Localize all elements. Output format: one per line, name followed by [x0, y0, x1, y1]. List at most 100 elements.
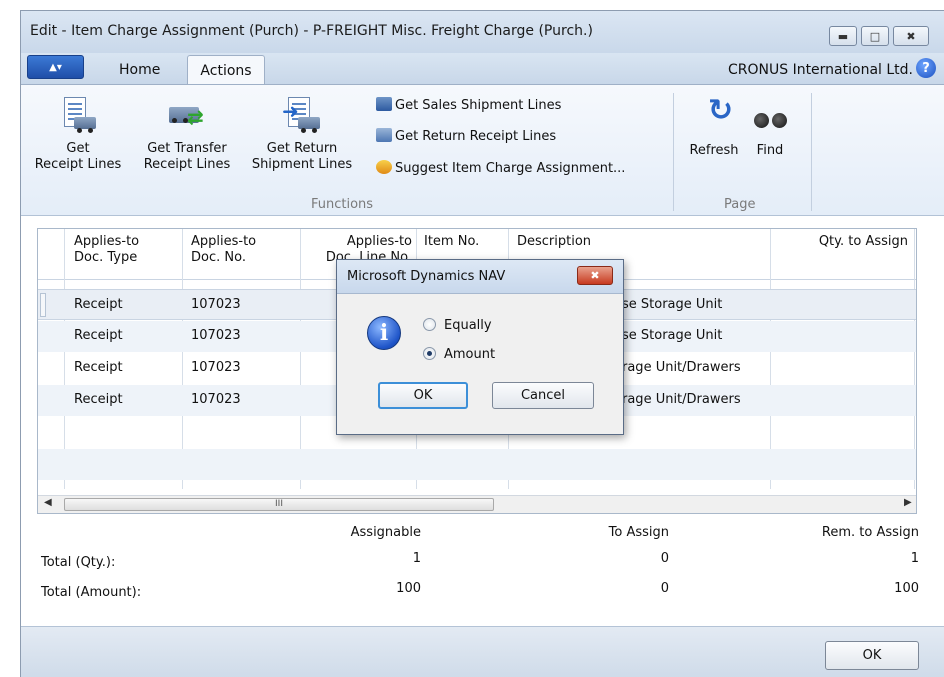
- get-receipt-lines-label-2: Receipt Lines: [34, 157, 122, 172]
- column-header-doc-type-1: Applies-to: [74, 234, 140, 249]
- minimize-button[interactable]: ▬: [829, 26, 857, 46]
- dialog-ok-button[interactable]: OK: [378, 382, 468, 409]
- get-transfer-receipt-lines-label-2: Receipt Lines: [143, 157, 231, 172]
- return-shipment-icon: ➜: [282, 95, 322, 135]
- get-return-shipment-lines-label-2: Shipment Lines: [251, 157, 353, 172]
- cell-doc-type: Receipt: [74, 297, 123, 312]
- title-bar: Edit - Item Charge Assignment (Purch) - …: [21, 11, 944, 53]
- minimize-icon: ▬: [837, 29, 849, 43]
- receipt-lines-icon: [58, 95, 98, 135]
- radio-equally[interactable]: Equally: [423, 318, 492, 333]
- get-return-shipment-lines-label-1: Get Return: [266, 141, 338, 156]
- cell-doc-no: 107023: [191, 328, 241, 343]
- sales-shipment-icon: [376, 97, 392, 111]
- column-header-doc-type-2: Doc. Type: [74, 250, 138, 265]
- table-row-empty[interactable]: [38, 449, 916, 480]
- scroll-right-icon[interactable]: ▶: [904, 497, 912, 508]
- cell-description: se Storage Unit: [622, 328, 723, 343]
- column-header-qty-to-assign-1: Qty. to Assign: [818, 234, 908, 249]
- suggest-item-charge-assignment-button[interactable]: Suggest Item Charge Assignment...: [376, 160, 625, 176]
- close-icon: ✖: [906, 29, 916, 43]
- cell-doc-no: 107023: [191, 392, 241, 407]
- totals-header-rem-to-assign: Rem. to Assign: [821, 525, 919, 540]
- cell-doc-type: Receipt: [74, 392, 123, 407]
- close-icon: ✖: [590, 269, 600, 282]
- dialog-close-button[interactable]: ✖: [577, 266, 613, 285]
- dialog-title: Microsoft Dynamics NAV: [347, 269, 506, 284]
- column-header-doc-line-no-1: Applies-to: [346, 234, 412, 249]
- row-selector[interactable]: [40, 293, 46, 317]
- tab-home[interactable]: Home: [119, 62, 160, 78]
- bottom-action-bar: OK: [21, 626, 944, 677]
- close-window-button[interactable]: ✖: [893, 26, 929, 46]
- total-amount-to-assign: 0: [660, 581, 669, 596]
- return-receipt-icon: [376, 128, 392, 142]
- column-header-item-no[interactable]: Item No.: [424, 234, 479, 250]
- suggest-icon: [376, 160, 392, 174]
- totals-header-assignable: Assignable: [350, 525, 421, 540]
- total-qty-rem-to-assign: 1: [910, 551, 919, 566]
- get-return-shipment-lines-button[interactable]: ➜ Get Return Shipment Lines: [243, 95, 361, 173]
- find-label: Find: [756, 143, 784, 158]
- refresh-label: Refresh: [689, 143, 739, 158]
- radio-equally-indicator[interactable]: [423, 318, 436, 331]
- dialog-title-bar: Microsoft Dynamics NAV ✖: [337, 260, 623, 294]
- get-return-receipt-lines-label: Get Return Receipt Lines: [395, 129, 557, 144]
- get-return-receipt-lines-button[interactable]: Get Return Receipt Lines: [376, 128, 556, 144]
- total-amount-label: Total (Amount):: [41, 585, 142, 600]
- info-icon: i: [367, 316, 401, 350]
- scroll-left-icon[interactable]: ◀: [44, 497, 52, 508]
- cell-description: se Storage Unit: [622, 297, 723, 312]
- ribbon-separator-2: [811, 93, 812, 211]
- column-header-doc-no-2: Doc. No.: [191, 250, 246, 265]
- suggest-item-charge-assignment-label: Suggest Item Charge Assignment...: [395, 161, 626, 176]
- get-receipt-lines-label-1: Get: [66, 141, 90, 156]
- window-title: Edit - Item Charge Assignment (Purch) - …: [30, 23, 593, 39]
- column-header-description-1: Description: [517, 234, 592, 249]
- total-qty-label: Total (Qty.):: [41, 555, 116, 570]
- radio-amount-label: Amount: [444, 347, 496, 362]
- binoculars-icon: [750, 103, 790, 137]
- page-group-label: Page: [724, 197, 756, 212]
- ribbon-separator: [673, 93, 674, 211]
- cell-doc-no: 107023: [191, 360, 241, 375]
- column-header-doc-type[interactable]: Applies-to Doc. Type: [74, 234, 139, 266]
- ribbon-tab-bar: ▲▾ Home Actions CRONUS International Ltd…: [21, 53, 944, 85]
- total-qty-assignable: 1: [412, 551, 421, 566]
- column-header-qty-to-assign[interactable]: Qty. to Assign: [788, 234, 908, 250]
- get-transfer-receipt-lines-label-1: Get Transfer: [147, 141, 227, 156]
- tab-actions[interactable]: Actions: [187, 55, 265, 85]
- help-icon[interactable]: ?: [916, 58, 936, 78]
- column-header-description[interactable]: Description: [517, 234, 591, 250]
- allocation-dialog: Microsoft Dynamics NAV ✖ i Equally Amoun…: [336, 259, 624, 435]
- functions-group-label: Functions: [311, 197, 374, 212]
- total-amount-rem-to-assign: 100: [894, 581, 919, 596]
- total-amount-assignable: 100: [396, 581, 421, 596]
- scrollbar-grip: III: [275, 499, 283, 509]
- horizontal-scrollbar[interactable]: ◀ III ▶: [38, 495, 916, 513]
- find-button[interactable]: Find: [749, 103, 791, 159]
- cell-description: rage Unit/Drawers: [622, 360, 741, 375]
- application-menu-button[interactable]: ▲▾: [27, 55, 84, 79]
- column-header-doc-no[interactable]: Applies-to Doc. No.: [191, 234, 256, 266]
- transfer-truck-icon: ⇄: [167, 95, 207, 135]
- get-receipt-lines-button[interactable]: Get Receipt Lines: [21, 95, 135, 173]
- column-header-item-no-1: Item No.: [424, 234, 480, 249]
- ok-button[interactable]: OK: [825, 641, 919, 670]
- app-logo-icon: ▲▾: [49, 61, 62, 73]
- dialog-cancel-button[interactable]: Cancel: [492, 382, 594, 409]
- company-name: CRONUS International Ltd.: [727, 62, 913, 78]
- radio-amount-indicator[interactable]: [423, 347, 436, 360]
- get-sales-shipment-lines-button[interactable]: Get Sales Shipment Lines: [376, 97, 561, 113]
- ribbon: Get Receipt Lines ⇄ Get Transfer Receipt…: [21, 84, 944, 216]
- scrollbar-thumb[interactable]: III: [64, 498, 494, 511]
- total-qty-to-assign: 0: [660, 551, 669, 566]
- get-sales-shipment-lines-label: Get Sales Shipment Lines: [395, 98, 562, 113]
- refresh-icon: ↻: [708, 93, 734, 128]
- get-transfer-receipt-lines-button[interactable]: ⇄ Get Transfer Receipt Lines: [137, 95, 237, 173]
- refresh-button[interactable]: ↻ Refresh: [681, 93, 747, 159]
- radio-equally-label: Equally: [444, 318, 492, 333]
- cell-doc-no: 107023: [191, 297, 241, 312]
- radio-amount[interactable]: Amount: [423, 347, 495, 362]
- maximize-button[interactable]: □: [861, 26, 889, 46]
